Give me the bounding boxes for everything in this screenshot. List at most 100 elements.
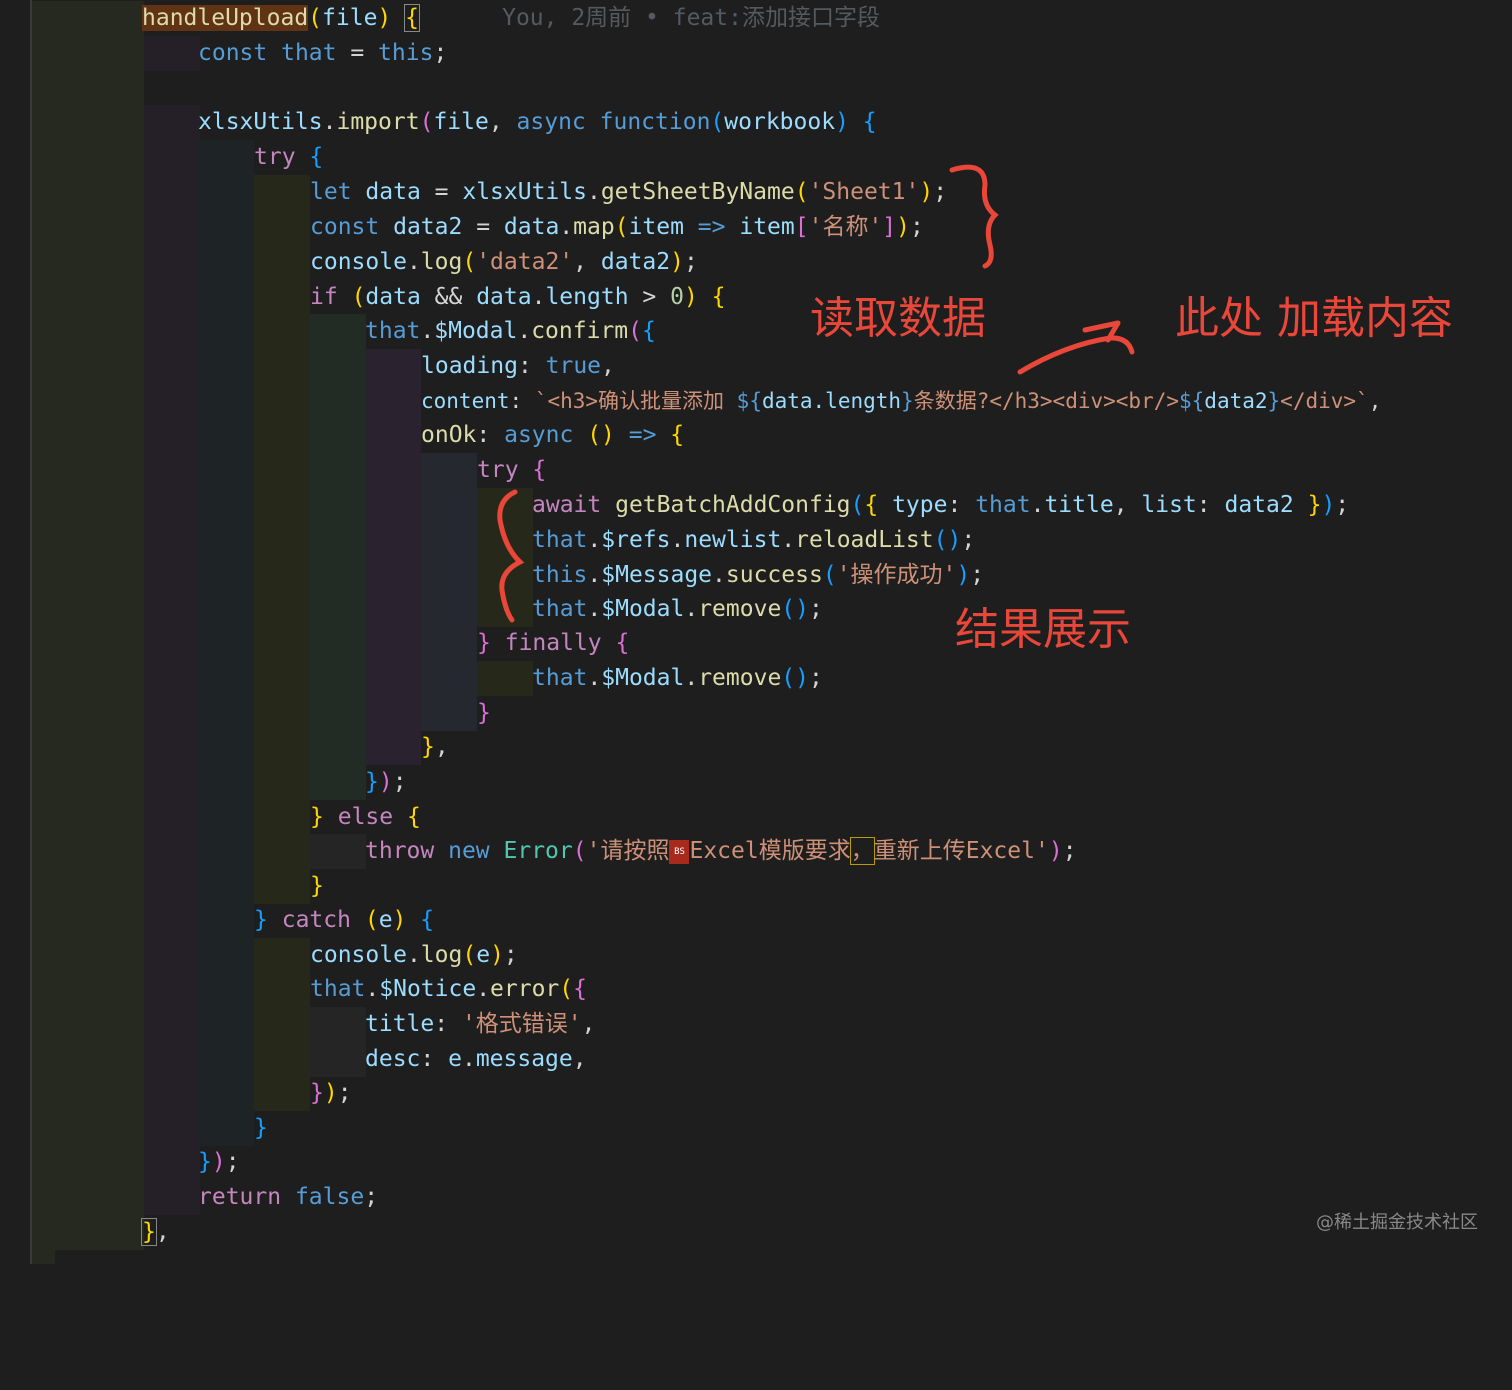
variable: that [281,40,337,66]
param: workbook [724,109,836,135]
paren: ( [850,492,865,518]
indent-guide [310,418,366,453]
code-line-35[interactable]: return false; [0,1180,378,1215]
property: title [1044,492,1114,518]
paren: ) [377,5,392,31]
indent-guide [88,1215,144,1250]
code-line-36[interactable]: }, [0,1215,170,1250]
code-line-7[interactable]: const data2 = data.map(item => item['名称'… [0,210,924,245]
indent-guide [32,140,88,175]
code-line-9[interactable]: if (data && data.length > 0) { [0,280,726,315]
indent-guide [198,972,254,1007]
brace: } [254,1115,268,1141]
bracket: [ [794,214,809,240]
indent-guide [198,245,254,280]
variable: data2 [393,214,463,240]
indent-guide [254,834,310,869]
code-line-11[interactable]: loading: true, [0,349,615,384]
indent-guide [32,592,88,627]
string: 重新上传Excel' [873,838,1049,864]
paren: ) [683,284,698,310]
code-line-30[interactable]: title: '格式错误', [0,1007,596,1042]
indent-guide [88,1,144,36]
template-expr: data2 [1204,389,1268,413]
code-line-29[interactable]: that.$Notice.error({ [0,972,587,1007]
code-line-15[interactable]: await getBatchAddConfig({ type: that.tit… [0,488,1349,523]
property: $Modal [601,596,685,622]
property: $Notice [379,976,477,1002]
punct: ; [364,1184,379,1210]
paren: ( [308,5,323,31]
code-line-2[interactable]: const that = this; [0,36,447,71]
indent-guide [198,696,254,731]
code-line-1[interactable]: handleUpload(file) { You, 2周前 • feat:添加接… [0,1,880,36]
indent-guide [144,488,200,523]
punct: . [476,976,491,1002]
punct: . [587,527,602,553]
indent-guide [310,384,366,419]
code-line-27[interactable]: } catch (e) { [0,903,434,938]
code-line-21[interactable]: } [0,696,491,731]
property: $Modal [434,318,518,344]
variable: that [532,665,588,691]
code-line-24[interactable]: } else { [0,800,421,835]
code-line-33[interactable]: } [0,1111,268,1146]
paren: ( [462,249,477,275]
operator: > [628,284,671,310]
object: xlsxUtils [198,109,323,135]
code-editor[interactable]: handleUpload(file) { You, 2周前 • feat:添加接… [0,0,1512,1264]
code-line-28[interactable]: console.log(e); [0,938,518,973]
code-line-37[interactable]: } [0,1250,56,1264]
keyword: catch [281,907,351,933]
code-line-20[interactable]: that.$Modal.remove(); [0,661,823,696]
code-line-31[interactable]: desc: e.message, [0,1042,587,1077]
property: length [545,284,629,310]
indent-guide [254,869,310,904]
indent-guide [365,661,421,696]
indent-guide [477,592,533,627]
punct: , [581,1011,596,1037]
arg: file [433,109,489,135]
code-line-8[interactable]: console.log('data2', data2); [0,245,698,280]
indent-guide [144,245,200,280]
code-line-14[interactable]: try { [0,453,546,488]
code-line-12[interactable]: content: `<h3>确认批量添加 ${data.length}条数据?<… [0,384,1381,419]
punct: . [684,596,699,622]
indent-guide [144,869,200,904]
code-line-23[interactable]: }); [0,765,407,800]
keyword: return [198,1184,282,1210]
code-text: } [310,869,324,904]
code-line-26[interactable]: } [0,869,324,904]
code-line-4[interactable]: xlsxUtils.import(file, async function(wo… [0,105,877,140]
indent-guide [88,245,144,280]
code-line-17[interactable]: this.$Message.success('操作成功'); [0,558,984,593]
indent-guide [198,661,254,696]
punct: ; [225,1149,240,1175]
code-line-25[interactable]: throw new Error('请按照 BS Excel模版要求，重新上传Exce… [0,834,1077,869]
indent-guide [198,592,254,627]
code-line-34[interactable]: }); [0,1145,240,1180]
indent-guide [198,834,254,869]
indent-guide [32,1145,88,1180]
punct: : [947,492,976,518]
code-line-19[interactable]: } finally { [0,626,629,661]
code-line-16[interactable]: that.$refs.newlist.reloadList(); [0,523,975,558]
punct: ; [683,249,698,275]
code-line-22[interactable]: }, [0,730,449,765]
code-line-6[interactable]: let data = xlsxUtils.getSheetByName('She… [0,175,947,210]
code-line-10[interactable]: that.$Modal.confirm({ [0,314,656,349]
code-line-3[interactable] [0,71,144,106]
indent-guide [144,626,200,661]
indent-guide [198,418,254,453]
brace: { [864,492,879,518]
indent-guide [477,523,533,558]
code-line-13[interactable]: onOk: async () => { [0,418,684,453]
code-line-18[interactable]: that.$Modal.remove(); [0,592,823,627]
git-blame-annotation: You, 2周前 • feat:添加接口字段 [502,5,880,31]
keyword: if [310,284,338,310]
punct: , [488,109,517,135]
paren: () [587,422,615,448]
code-line-32[interactable]: }); [0,1076,352,1111]
code-line-5[interactable]: try { [0,140,323,175]
code-text: let data = xlsxUtils.getSheetByName('She… [310,175,947,210]
